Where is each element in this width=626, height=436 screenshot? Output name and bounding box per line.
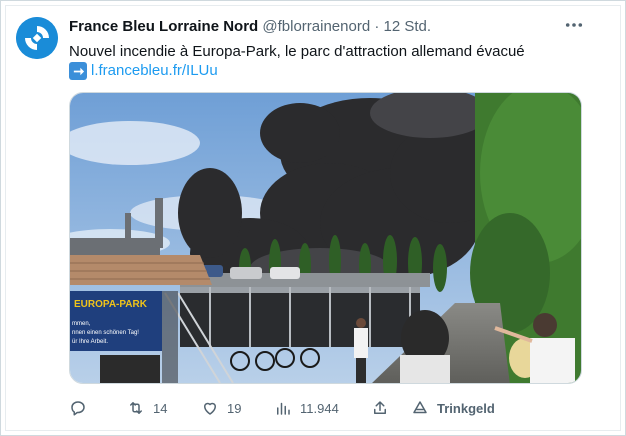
tip-jar-icon xyxy=(413,401,427,414)
tweet-link[interactable]: l.francebleu.fr/ILUu xyxy=(91,61,218,81)
sign-line-text: nnen einen schönen Tag! xyxy=(72,330,139,336)
views-chart-icon xyxy=(277,402,290,415)
author-name[interactable]: France Bleu Lorraine Nord xyxy=(69,18,258,35)
more-horizontal-icon xyxy=(565,23,583,27)
right-arrow-emoji-icon xyxy=(69,62,87,80)
retweet-icon xyxy=(130,402,142,414)
share-button[interactable] xyxy=(371,397,389,419)
more-options-button[interactable] xyxy=(563,14,585,36)
like-count: 19 xyxy=(227,400,242,416)
reply-button[interactable] xyxy=(69,397,95,419)
heart-icon xyxy=(204,402,216,415)
views-count: 11.944 xyxy=(300,400,339,416)
timestamp[interactable]: 12 Std. xyxy=(384,18,432,35)
tweet-header: France Bleu Lorraine Nord @fblorrainenor… xyxy=(69,18,431,35)
tip-label: Trinkgeld xyxy=(437,400,495,416)
tweet-media-image[interactable]: EUROPA-PARK mmen, nnen einen schönen Tag! ü… xyxy=(69,92,582,384)
tweet-link-line: l.francebleu.fr/ILUu xyxy=(69,61,218,81)
share-icon xyxy=(374,401,386,414)
views-button[interactable]: 11.944 xyxy=(274,397,339,419)
europa-park-sign-text: EUROPA-PARK xyxy=(74,299,148,310)
reply-icon xyxy=(71,401,85,416)
like-button[interactable]: 19 xyxy=(201,397,241,419)
tweet-text: Nouvel incendie à Europa-Park, le parc d… xyxy=(69,43,525,60)
separator-dot: · xyxy=(374,18,380,35)
sign-line-text: ür Ihre Arbeit. xyxy=(72,339,108,345)
avatar[interactable] xyxy=(16,17,58,59)
tip-button[interactable]: Trinkgeld xyxy=(411,397,495,419)
author-handle[interactable]: @fblorrainenord xyxy=(262,18,370,35)
tweet-actions: 14 19 11.944 Trinkgeld xyxy=(69,397,499,419)
france-bleu-logo-icon xyxy=(16,17,58,59)
tweet-frame: France Bleu Lorraine Nord @fblorrainenor… xyxy=(0,0,626,436)
sign-line-text: mmen, xyxy=(72,321,91,327)
retweet-count: 14 xyxy=(153,400,168,416)
retweet-button[interactable]: 14 xyxy=(127,397,167,419)
